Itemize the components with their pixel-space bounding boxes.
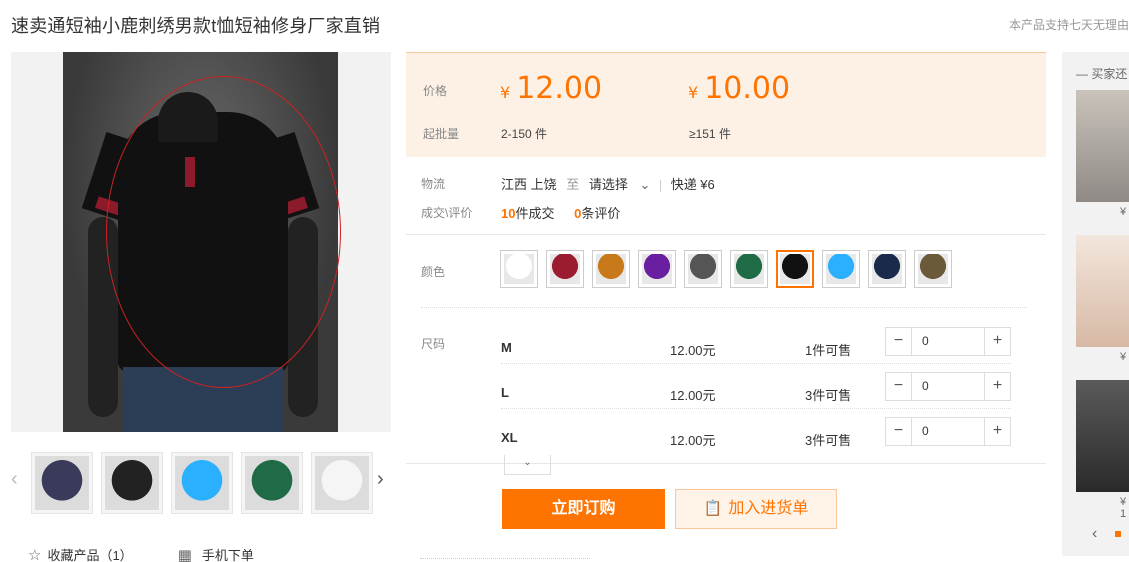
- chevron-down-icon[interactable]: ⌄: [640, 177, 651, 192]
- main-product-image[interactable]: [11, 52, 391, 432]
- quantity-stepper: − 0 +: [885, 327, 1011, 356]
- thumbnail-1[interactable]: [31, 452, 93, 514]
- price-box: 价格 ¥12.00 ¥10.00 起批量 2-150 件 ≥151 件: [406, 52, 1046, 157]
- thumbnail-4[interactable]: [241, 452, 303, 514]
- add-to-cart-button[interactable]: 📋 加入进货单: [675, 489, 837, 529]
- plus-button[interactable]: +: [984, 373, 1010, 400]
- buy-now-button[interactable]: 立即订购: [502, 489, 665, 529]
- highlight-circle: [106, 76, 341, 388]
- product-title: 速卖通短袖小鹿刺绣男款t恤短袖修身厂家直销: [11, 16, 381, 36]
- thumbnail-strip: ‹ ›: [11, 450, 391, 516]
- recommend-prev-icon[interactable]: ‹: [1092, 525, 1097, 543]
- logistics-label: 物流: [421, 177, 446, 191]
- size-row-m: M 12.00元 1件可售 − 0 +: [406, 327, 1046, 372]
- thumb-prev-icon[interactable]: ‹: [11, 468, 18, 491]
- size-row-xl: XL 12.00元 3件可售 − 0 +: [406, 417, 1046, 462]
- recommend-title: — 买家还: [1076, 67, 1128, 81]
- thumbnail-2[interactable]: [101, 452, 163, 514]
- quantity-input[interactable]: 0: [922, 379, 929, 393]
- express-fee: 快递 ¥6: [670, 177, 715, 192]
- carousel-dot[interactable]: [1115, 531, 1121, 537]
- quantity-input[interactable]: 0: [922, 334, 929, 348]
- mobile-order-link[interactable]: 手机下单: [202, 545, 254, 562]
- color-swatch[interactable]: [776, 250, 814, 288]
- quantity-stepper: − 0 +: [885, 372, 1011, 401]
- price-tier-1: ¥12.00: [500, 71, 603, 106]
- plus-button[interactable]: +: [984, 328, 1010, 355]
- return-policy-notice: 本产品支持七天无理由: [1008, 18, 1129, 32]
- logistics-info: 江西 上饶 至 请选择 ⌄ 快递 ¥6: [501, 177, 715, 192]
- trade-label: 成交\评价: [421, 206, 473, 220]
- qr-code-icon[interactable]: ▦: [178, 546, 192, 562]
- moq-tier-1: 2-150 件: [501, 127, 548, 141]
- reviews-link[interactable]: 条评价: [581, 206, 620, 221]
- recommend-item-2[interactable]: [1076, 235, 1129, 347]
- price-tier-2: ¥10.00: [688, 71, 791, 106]
- favorite-link[interactable]: 收藏产品（1）: [47, 545, 132, 562]
- color-swatch[interactable]: [684, 250, 722, 288]
- color-swatch[interactable]: [914, 250, 952, 288]
- color-swatch[interactable]: [730, 250, 768, 288]
- minus-button[interactable]: −: [886, 328, 912, 355]
- recommend-item-1[interactable]: [1076, 90, 1129, 202]
- recommend-sidebar: — 买家还 ¥ ¥ ¥ 1 ‹: [1062, 52, 1129, 556]
- thumbnail-3[interactable]: [171, 452, 233, 514]
- color-label: 颜色: [421, 265, 446, 279]
- color-swatch[interactable]: [822, 250, 860, 288]
- color-swatch[interactable]: [592, 250, 630, 288]
- color-swatch[interactable]: [500, 250, 538, 288]
- ship-from: 江西 上饶: [501, 177, 557, 192]
- plus-button[interactable]: +: [984, 418, 1010, 445]
- thumb-next-icon[interactable]: ›: [377, 468, 384, 491]
- star-icon[interactable]: ☆: [28, 546, 41, 562]
- minus-button[interactable]: −: [886, 418, 912, 445]
- moq-label: 起批量: [423, 127, 460, 141]
- color-swatch[interactable]: [546, 250, 584, 288]
- trade-info: 10件成交 0条评价: [501, 206, 621, 221]
- size-row-l: L 12.00元 3件可售 − 0 +: [406, 372, 1046, 417]
- product-page: 速卖通短袖小鹿刺绣男款t恤短袖修身厂家直销 本产品支持七天无理由 ‹ › ☆ 收藏…: [0, 0, 1129, 562]
- quantity-input[interactable]: 0: [922, 424, 929, 438]
- thumbnail-5[interactable]: [311, 452, 373, 514]
- bottom-actions: ☆ 收藏产品（1） ▦ 手机下单: [28, 545, 254, 562]
- chevron-down-icon: ⌄: [523, 457, 532, 468]
- moq-tier-2: ≥151 件: [689, 127, 731, 141]
- quantity-stepper: − 0 +: [885, 417, 1011, 446]
- price-label: 价格: [423, 84, 448, 98]
- expand-sizes-button[interactable]: ⌄: [504, 455, 551, 475]
- recommend-item-3[interactable]: [1076, 380, 1129, 492]
- minus-button[interactable]: −: [886, 373, 912, 400]
- color-swatch[interactable]: [638, 250, 676, 288]
- destination-select[interactable]: 请选择: [589, 177, 628, 192]
- clipboard-icon: 📋: [703, 500, 723, 517]
- color-swatch[interactable]: [868, 250, 906, 288]
